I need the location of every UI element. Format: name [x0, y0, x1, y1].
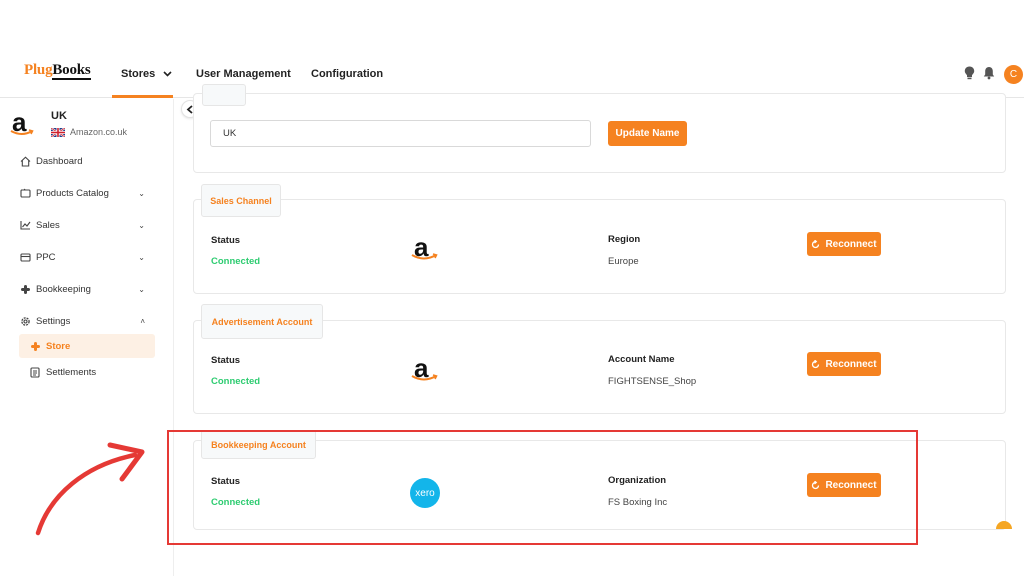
sidebar-item-ppc[interactable]: PPC ⌄ [19, 248, 159, 266]
account-name-value: FIGHTSENSE_Shop [608, 376, 697, 387]
store-marketplace: Amazon.co.uk [50, 126, 127, 138]
bell-icon[interactable] [982, 64, 996, 82]
region-value: Europe [608, 256, 639, 267]
chart-line-icon [19, 219, 31, 231]
sidebar-item-dashboard[interactable]: Dashboard [19, 152, 159, 170]
sidebar-item-bookkeeping[interactable]: Bookkeeping ⌄ [19, 280, 159, 298]
sales-channel-tab: Sales Channel [201, 184, 281, 217]
refresh-icon [811, 359, 820, 369]
store-name-card-tab [202, 84, 246, 106]
lightbulb-icon[interactable] [962, 64, 976, 82]
sidebar-item-settings[interactable]: Settings ˄ [19, 312, 159, 330]
store-header: a UK Amazon.co.uk [10, 109, 170, 143]
chevron-down-icon: ⌄ [138, 252, 145, 262]
highlight-box-annotation [167, 430, 918, 545]
card-icon [19, 251, 31, 263]
advertisement-tab: Advertisement Account [201, 304, 323, 339]
page: PlugBooks Stores User Management Configu… [0, 0, 1024, 576]
nav-configuration[interactable]: Configuration [311, 68, 383, 80]
sidebar-item-sales[interactable]: Sales ⌄ [19, 216, 159, 234]
sidebar-item-products-catalog[interactable]: Products Catalog ⌄ [19, 184, 159, 202]
user-avatar[interactable]: C [1004, 65, 1023, 84]
refresh-icon [811, 239, 820, 249]
account-name-label: Account Name [608, 354, 675, 365]
folder-icon [19, 187, 31, 199]
amazon-logo-icon: a [411, 355, 444, 386]
reconnect-sales-button[interactable]: Reconnect [807, 232, 881, 256]
sales-status-value: Connected [211, 256, 261, 267]
store-name: UK [51, 110, 67, 122]
store-name-input[interactable] [210, 120, 591, 147]
home-icon [19, 155, 31, 167]
chevron-down-icon: ⌄ [138, 188, 145, 198]
document-icon [29, 366, 41, 378]
sales-channel-card: Sales Channel [193, 184, 1006, 294]
chevron-down-icon: ⌄ [138, 284, 145, 294]
sales-status-label: Status [211, 235, 241, 246]
top-navbar: PlugBooks Stores User Management Configu… [0, 50, 1024, 98]
sidebar-item-settlements[interactable]: Settlements [19, 360, 155, 384]
reconnect-ad-button[interactable]: Reconnect [807, 352, 881, 376]
chevron-up-icon: ˄ [140, 316, 145, 326]
chevron-down-icon [163, 69, 172, 79]
ad-status-value: Connected [211, 376, 261, 387]
slack-icon [19, 283, 31, 295]
sidebar-item-store[interactable]: Store [19, 334, 155, 358]
amazon-logo-icon: a [10, 109, 34, 135]
amazon-logo-icon: a [411, 234, 444, 265]
uk-flag-icon [50, 126, 66, 138]
advertisement-card: Advertisement Account [193, 304, 1006, 414]
slack-icon [29, 340, 41, 352]
scroll-indicator[interactable] [996, 521, 1012, 529]
nav-stores[interactable]: Stores [121, 68, 172, 80]
gear-icon [19, 315, 31, 327]
region-label: Region [608, 234, 641, 245]
nav-active-indicator [112, 95, 173, 98]
nav-user-management[interactable]: User Management [196, 68, 291, 80]
update-name-button[interactable]: Update Name [608, 121, 687, 146]
plugbooks-logo[interactable]: PlugBooks [24, 62, 91, 80]
ad-status-label: Status [211, 355, 241, 366]
chevron-down-icon: ⌄ [138, 220, 145, 230]
red-arrow-annotation [35, 442, 145, 536]
